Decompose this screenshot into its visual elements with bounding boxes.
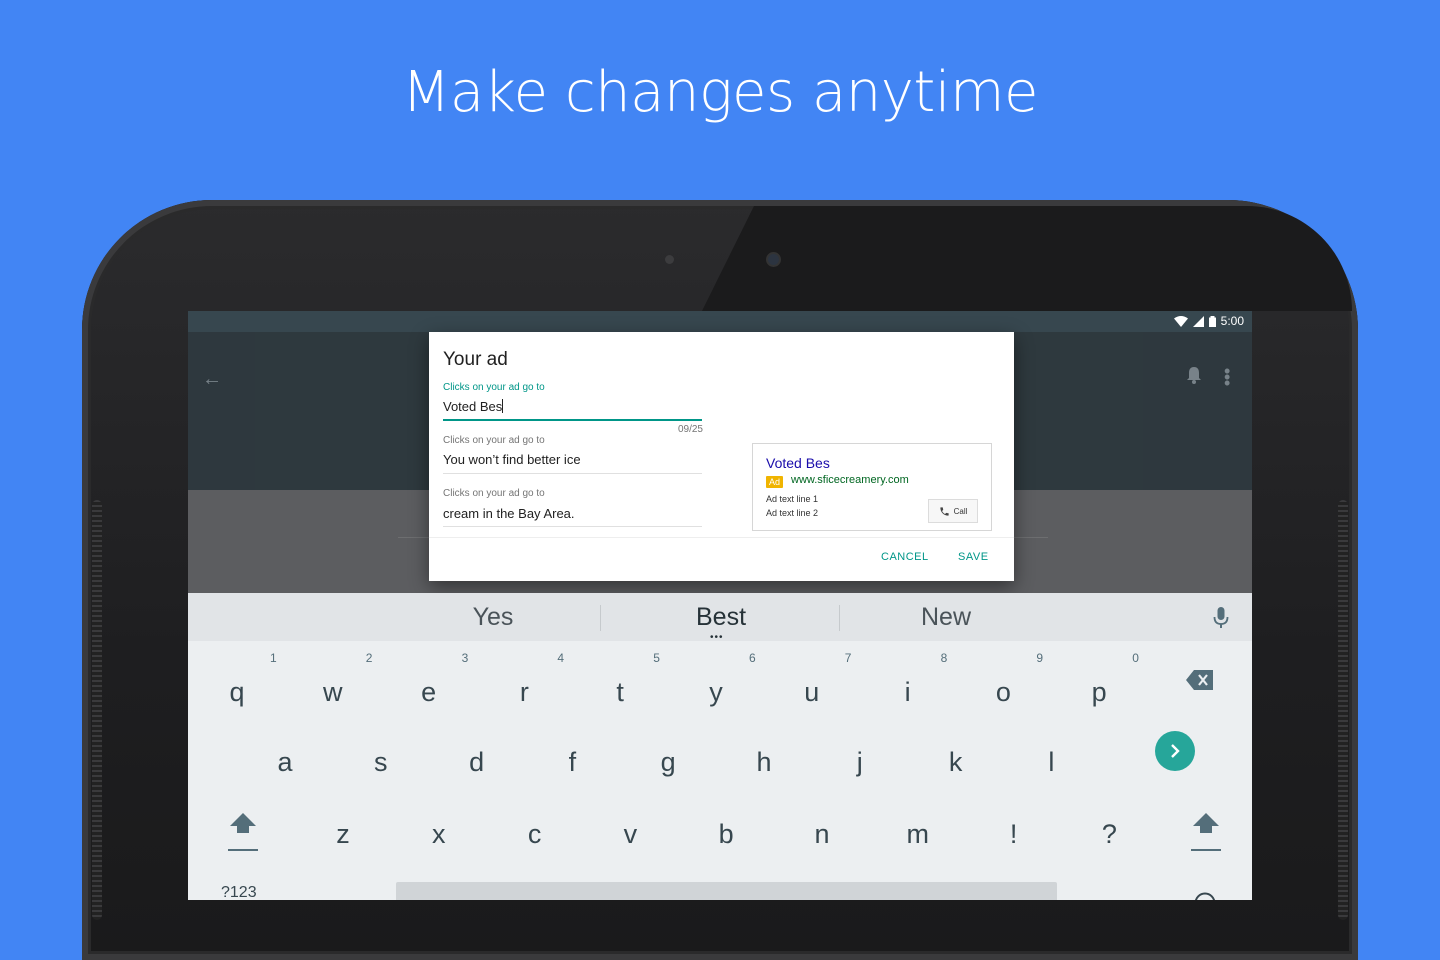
edit-ad-dialog: Your ad Clicks on your ad go to Voted Be… xyxy=(429,332,1014,581)
status-bar: 5:00 xyxy=(188,311,1252,332)
key-y[interactable]: y xyxy=(686,677,746,708)
key-v[interactable]: v xyxy=(600,819,660,850)
key-o[interactable]: o xyxy=(973,677,1033,708)
tablet-bezel-shade xyxy=(702,206,1352,311)
key-u[interactable]: u xyxy=(782,677,842,708)
key-r[interactable]: r xyxy=(494,677,554,708)
shift-right-icon[interactable] xyxy=(1191,811,1221,851)
key-hint: 7 xyxy=(844,651,852,665)
dialog-divider xyxy=(429,537,1014,538)
shift-left-icon[interactable] xyxy=(228,811,258,851)
key-hint: 1 xyxy=(270,651,277,665)
microphone-icon[interactable] xyxy=(1213,607,1229,629)
cancel-button[interactable]: CANCEL xyxy=(881,551,929,563)
char-counter: 09/25 xyxy=(677,424,703,435)
key-m[interactable]: m xyxy=(888,819,948,850)
headline-field[interactable]: Voted Bes xyxy=(443,399,504,414)
key-hint: 5 xyxy=(653,651,660,665)
line2-field-underline xyxy=(443,526,702,527)
preview-line-1: Ad text line 1 xyxy=(766,494,819,504)
key-d[interactable]: d xyxy=(447,747,507,778)
key-k[interactable]: k xyxy=(926,747,986,778)
key-e[interactable]: e xyxy=(399,677,459,708)
suggestion-best[interactable]: Best xyxy=(621,603,821,632)
wifi-icon xyxy=(1173,315,1188,327)
key-h[interactable]: h xyxy=(734,747,794,778)
more-vert-icon[interactable]: • • • xyxy=(1224,362,1230,392)
space-bar[interactable] xyxy=(396,882,1057,900)
save-button[interactable]: SAVE xyxy=(958,551,989,563)
sensor-dot xyxy=(665,255,674,264)
call-label: Call xyxy=(953,506,968,516)
ad-preview: Voted Bes Ad www.sficecreamery.com Ad te… xyxy=(752,443,992,531)
key-a[interactable]: a xyxy=(255,747,315,778)
key-j[interactable]: j xyxy=(830,747,890,778)
dialog-title: Your ad xyxy=(443,349,508,370)
headline-field-label: Clicks on your ad go to xyxy=(443,382,545,393)
key-f[interactable]: f xyxy=(542,747,602,778)
backspace-icon[interactable] xyxy=(1186,670,1213,690)
line1-field-label: Clicks on your ad go to xyxy=(443,435,545,446)
chevron-right-icon xyxy=(1171,744,1180,758)
back-arrow-icon[interactable]: ← xyxy=(202,368,222,391)
key-t[interactable]: t xyxy=(590,677,650,708)
line1-field[interactable]: You won’t find better ice xyxy=(443,452,581,467)
soft-keyboard: Yes Best ••• New q1 w2 e3 r4 t5 y6 u7 i8 o9 p0 a s… xyxy=(188,593,1252,900)
headline: Make changes anytime xyxy=(402,60,1038,125)
key-exclamation[interactable]: ! xyxy=(984,819,1044,850)
battery-icon xyxy=(1208,315,1216,327)
bell-icon[interactable] xyxy=(1186,366,1202,384)
tablet-screen: 5:00 ← • • • Your ad Clicks on your ad go … xyxy=(188,311,1252,900)
phone-icon xyxy=(939,506,949,516)
preview-line-2: Ad text line 2 xyxy=(766,508,819,518)
suggestion-strip: Yes Best ••• New xyxy=(188,593,1252,643)
key-g[interactable]: g xyxy=(638,747,698,778)
headline-field-underline xyxy=(443,419,702,421)
key-l[interactable]: l xyxy=(1021,747,1081,778)
suggestion-yes[interactable]: Yes xyxy=(393,603,593,632)
key-question[interactable]: ? xyxy=(1079,819,1139,850)
speaker-grille-left xyxy=(92,500,102,920)
key-hint: 4 xyxy=(557,651,565,665)
key-b[interactable]: b xyxy=(696,819,756,850)
suggestion-separator xyxy=(839,605,840,631)
headline-field-value: Voted Bes xyxy=(443,399,503,414)
suggestion-separator xyxy=(600,605,601,631)
key-hint: 2 xyxy=(365,651,373,665)
ad-badge: Ad xyxy=(766,476,784,488)
key-w[interactable]: w xyxy=(303,677,363,708)
key-n[interactable]: n xyxy=(792,819,852,850)
enter-button[interactable] xyxy=(1155,731,1195,771)
key-x[interactable]: x xyxy=(409,819,469,850)
key-hint: 9 xyxy=(1036,651,1044,665)
more-suggestions-dots: ••• xyxy=(710,632,724,643)
key-p[interactable]: p xyxy=(1069,677,1129,708)
key-hint: 8 xyxy=(940,651,948,665)
preview-title: Voted Bes xyxy=(766,455,830,471)
preview-url: www.sficecreamery.com xyxy=(791,474,909,486)
suggestion-new[interactable]: New xyxy=(846,603,1046,632)
line2-field-label: Clicks on your ad go to xyxy=(443,488,545,499)
clock: 5:00 xyxy=(1220,314,1244,328)
key-c[interactable]: c xyxy=(505,819,565,850)
line1-field-underline xyxy=(443,473,702,474)
key-hint: 3 xyxy=(461,651,469,665)
symbols-key[interactable]: ?123 xyxy=(221,884,257,900)
key-s[interactable]: s xyxy=(351,747,411,778)
speaker-grille-right xyxy=(1338,500,1348,920)
key-z[interactable]: z xyxy=(313,819,373,850)
call-button: Call xyxy=(928,499,978,523)
text-cursor xyxy=(502,399,504,413)
emoji-icon[interactable] xyxy=(1194,892,1216,900)
signal-icon xyxy=(1192,315,1204,327)
key-i[interactable]: i xyxy=(878,677,938,708)
key-hint: 6 xyxy=(749,651,756,665)
line2-field[interactable]: cream in the Bay Area. xyxy=(443,506,575,521)
front-camera xyxy=(768,254,779,265)
key-q[interactable]: q xyxy=(207,677,267,708)
key-hint: 0 xyxy=(1132,651,1139,665)
